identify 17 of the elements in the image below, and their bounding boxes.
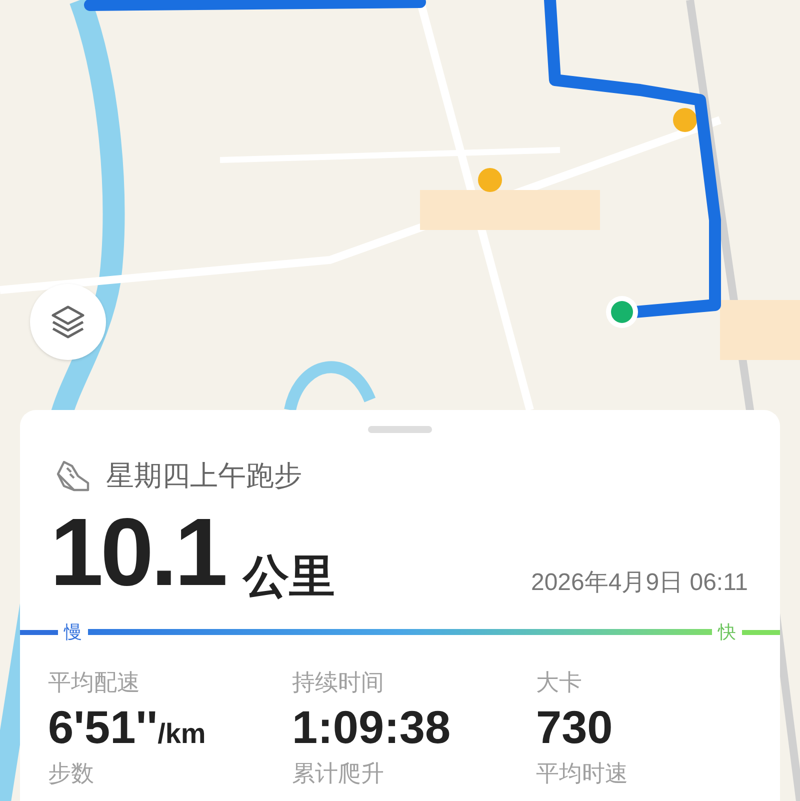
stat-label: 大卡 — [536, 671, 582, 694]
stat-label: 累计爬升 — [292, 762, 384, 785]
stat-label: 平均配速 — [48, 671, 140, 694]
stat-value: 730 — [536, 704, 613, 750]
fast-label: 快 — [718, 623, 736, 641]
stat-value: 6'51''/km — [48, 704, 206, 750]
activity-datetime: 2026年4月9日 06:11 — [530, 571, 748, 595]
slow-label: 慢 — [64, 623, 82, 641]
stat-label: 平均时速 — [536, 762, 628, 785]
distance-unit: 公里 — [242, 553, 335, 599]
running-shoe-icon — [54, 458, 92, 494]
stat-label: 步数 — [48, 762, 94, 785]
drag-handle[interactable] — [368, 426, 432, 433]
stat-value: 1:09:38 — [292, 704, 451, 750]
stat-label: 持续时间 — [292, 671, 384, 694]
distance-value: 10.1 — [50, 505, 225, 601]
activity-title: 星期四上午跑步 — [106, 459, 302, 493]
